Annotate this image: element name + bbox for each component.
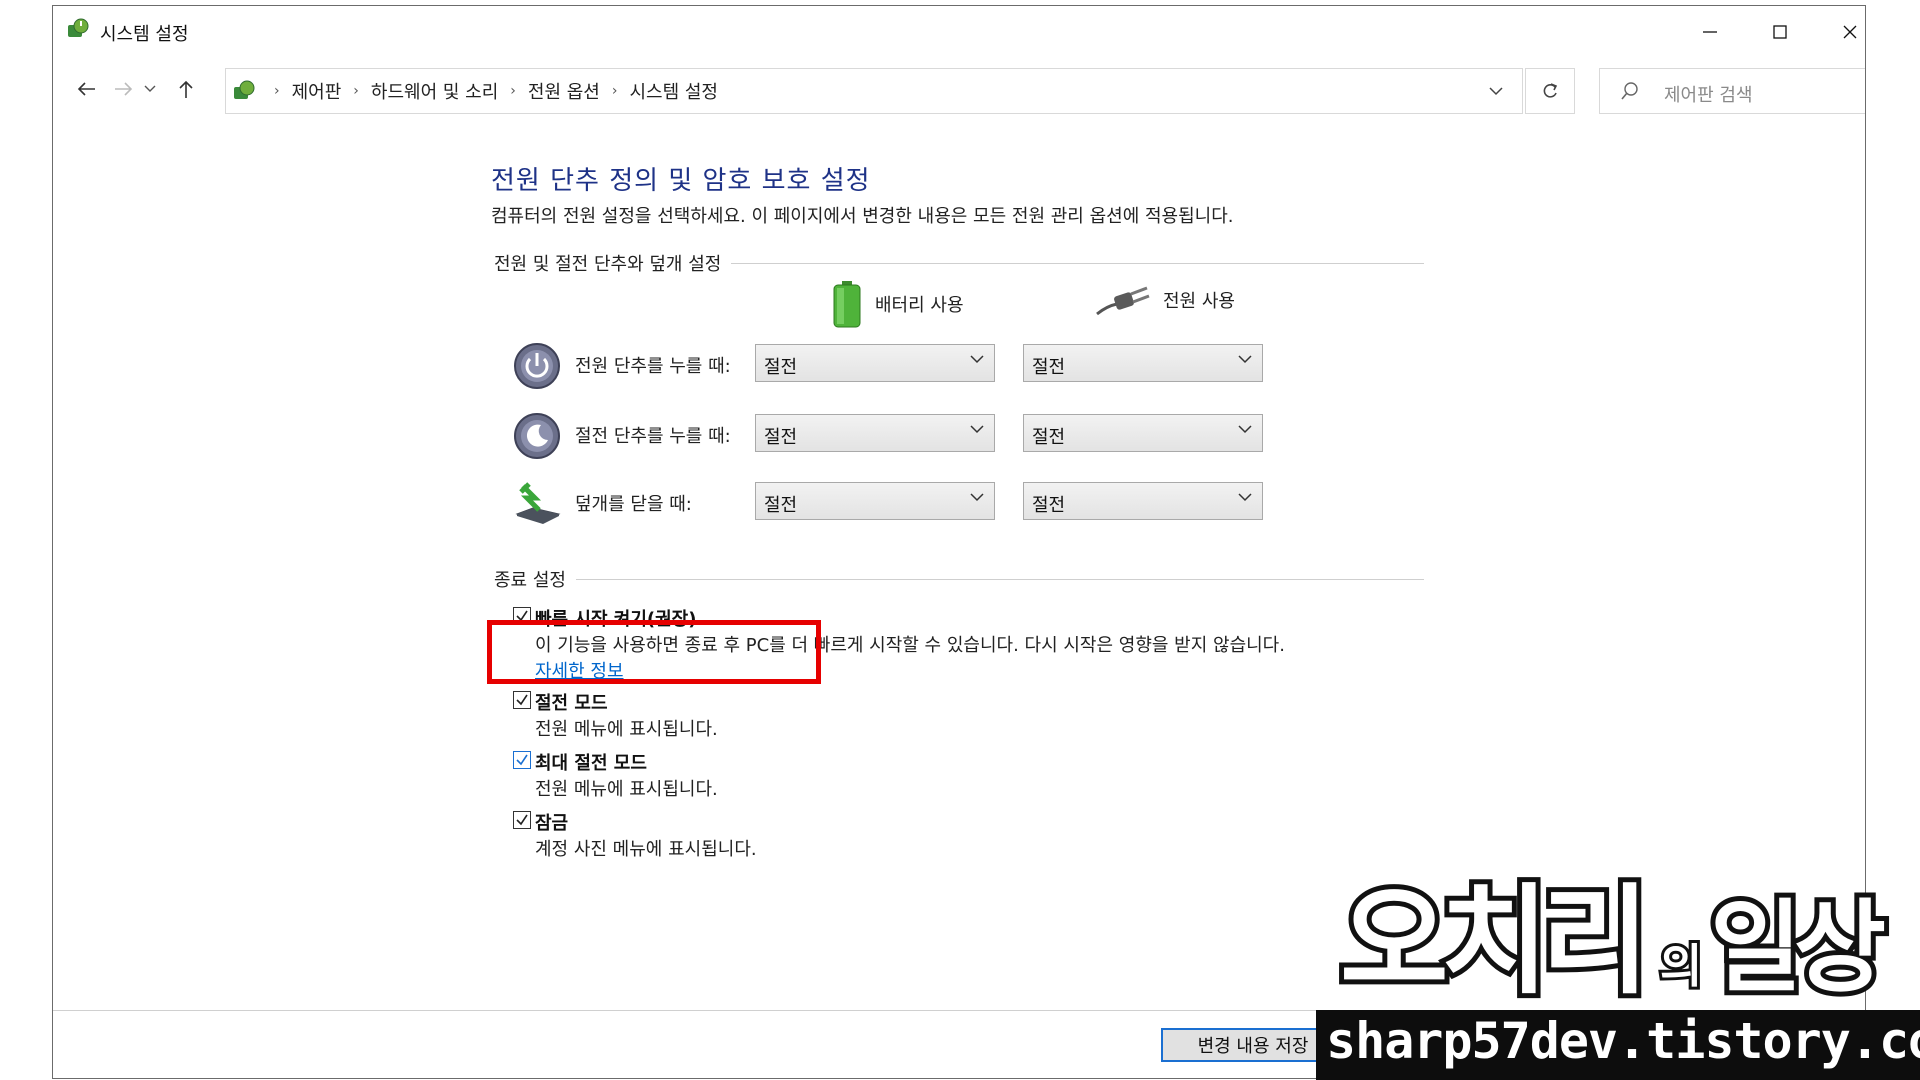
search-icon bbox=[1621, 82, 1638, 100]
chevron-down-icon bbox=[1238, 355, 1252, 364]
breadcrumb-separator-icon: › bbox=[353, 83, 359, 99]
sleep-button-label: 절전 단추를 누를 때: bbox=[575, 426, 731, 447]
watermark-logo: 오치리 의 일상 bbox=[1335, 870, 1890, 1000]
chevron-down-icon bbox=[970, 425, 984, 434]
sleep-title[interactable]: 절전 모드 bbox=[535, 689, 608, 715]
lid-close-row: 덮개를 닫을 때: 절전 절전 bbox=[513, 474, 1333, 532]
plugged-in-column-header: 전원 사용 bbox=[1095, 280, 1235, 320]
plugged-in-column-label: 전원 사용 bbox=[1163, 291, 1235, 312]
lid-close-label: 덮개를 닫을 때: bbox=[575, 494, 692, 515]
breadcrumb-hardware-sound[interactable]: 하드웨어 및 소리 bbox=[371, 78, 498, 104]
lid-close-battery-select[interactable]: 절전 bbox=[755, 482, 995, 520]
page-title: 전원 단추 정의 및 암호 보호 설정 bbox=[491, 166, 871, 196]
battery-column-header: 배터리 사용 bbox=[831, 280, 964, 328]
power-buttons-section-heading: 전원 및 절전 단추와 덮개 설정 bbox=[494, 250, 1424, 276]
up-arrow-icon bbox=[179, 80, 193, 98]
breadcrumb-separator-icon: › bbox=[611, 83, 618, 99]
maximize-icon bbox=[1773, 25, 1787, 39]
hibernate-description: 전원 메뉴에 표시됩니다. bbox=[535, 779, 718, 800]
section-heading-text: 종료 설정 bbox=[494, 570, 566, 591]
chevron-down-icon bbox=[1489, 86, 1503, 95]
power-plug-icon bbox=[1096, 286, 1150, 316]
sleep-checkbox[interactable] bbox=[513, 691, 531, 709]
select-value: 절전 bbox=[1032, 495, 1066, 516]
control-panel-icon bbox=[234, 80, 255, 99]
forward-arrow-icon bbox=[115, 82, 133, 96]
power-button-icon bbox=[514, 343, 560, 389]
breadcrumb: › 제어판 › 하드웨어 및 소리 › 전원 옵션 › 시스템 설정 bbox=[262, 69, 718, 113]
close-icon bbox=[1843, 25, 1857, 39]
window-title: 시스템 설정 bbox=[100, 24, 189, 45]
sleep-button-plugged-select[interactable]: 절전 bbox=[1023, 414, 1263, 452]
power-button-plugged-select[interactable]: 절전 bbox=[1023, 344, 1263, 382]
up-button[interactable] bbox=[171, 74, 201, 104]
chevron-down-icon bbox=[970, 493, 984, 502]
forward-button[interactable] bbox=[109, 74, 139, 104]
laptop-lid-icon bbox=[515, 482, 561, 524]
select-value: 절전 bbox=[764, 495, 798, 516]
power-button-label: 전원 단추를 누를 때: bbox=[575, 356, 731, 377]
close-button[interactable] bbox=[1815, 6, 1865, 58]
search-placeholder: 제어판 검색 bbox=[1664, 85, 1753, 106]
power-button-battery-select[interactable]: 절전 bbox=[755, 344, 995, 382]
breadcrumb-separator-icon: › bbox=[274, 83, 280, 99]
minimize-icon bbox=[1703, 31, 1717, 33]
checkmark-icon bbox=[516, 694, 528, 706]
recent-locations-button[interactable] bbox=[139, 74, 161, 104]
sleep-button-icon bbox=[514, 413, 560, 459]
minimize-button[interactable] bbox=[1675, 6, 1745, 58]
address-history-dropdown[interactable] bbox=[1476, 69, 1516, 113]
hibernate-highlight-box bbox=[487, 620, 821, 684]
lock-description: 계정 사진 메뉴에 표시됩니다. bbox=[535, 839, 757, 860]
hibernate-checkbox[interactable] bbox=[513, 751, 531, 769]
section-heading-text: 전원 및 절전 단추와 덮개 설정 bbox=[494, 254, 722, 275]
search-input[interactable]: 제어판 검색 bbox=[1599, 68, 1865, 114]
select-value: 절전 bbox=[1032, 427, 1066, 448]
back-arrow-icon bbox=[77, 82, 95, 96]
breadcrumb-power-options[interactable]: 전원 옵션 bbox=[528, 78, 600, 104]
svg-text:의: 의 bbox=[1660, 939, 1702, 993]
address-bar[interactable]: › 제어판 › 하드웨어 및 소리 › 전원 옵션 › 시스템 설정 bbox=[225, 68, 1523, 114]
svg-text:일상: 일상 bbox=[1710, 889, 1885, 1000]
select-value: 절전 bbox=[764, 427, 798, 448]
breadcrumb-control-panel[interactable]: 제어판 bbox=[292, 78, 342, 104]
breadcrumb-system-settings[interactable]: 시스템 설정 bbox=[629, 78, 718, 104]
select-value: 절전 bbox=[764, 357, 798, 378]
shutdown-section-heading: 종료 설정 bbox=[494, 566, 1424, 592]
title-bar: 시스템 설정 bbox=[53, 6, 1865, 58]
chevron-down-icon bbox=[1238, 425, 1252, 434]
refresh-icon bbox=[1543, 83, 1558, 98]
refresh-button[interactable] bbox=[1525, 68, 1575, 114]
lock-checkbox[interactable] bbox=[513, 811, 531, 829]
sleep-description: 전원 메뉴에 표시됩니다. bbox=[535, 719, 718, 740]
checkmark-icon bbox=[516, 814, 528, 826]
lid-close-plugged-select[interactable]: 절전 bbox=[1023, 482, 1263, 520]
power-button-row: 전원 단추를 누를 때: 절전 절전 bbox=[513, 336, 1333, 394]
sleep-button-battery-select[interactable]: 절전 bbox=[755, 414, 995, 452]
navigation-bar: › 제어판 › 하드웨어 및 소리 › 전원 옵션 › 시스템 설정 제어판 검… bbox=[53, 62, 1865, 120]
battery-column-label: 배터리 사용 bbox=[875, 295, 964, 316]
battery-icon bbox=[833, 281, 861, 328]
breadcrumb-separator-icon: › bbox=[510, 83, 516, 99]
checkmark-icon bbox=[516, 754, 528, 766]
sleep-button-row: 절전 단추를 누를 때: 절전 절전 bbox=[513, 406, 1333, 464]
power-options-app-icon bbox=[68, 18, 89, 37]
chevron-down-icon bbox=[1238, 493, 1252, 502]
watermark-url: sharp57dev.tistory.com bbox=[1326, 1012, 1920, 1070]
hibernate-title[interactable]: 최대 절전 모드 bbox=[535, 749, 647, 775]
section-divider bbox=[575, 578, 1424, 580]
chevron-down-icon bbox=[144, 85, 156, 92]
page-description: 컴퓨터의 전원 설정을 선택하세요. 이 페이지에서 변경한 내용은 모든 전원… bbox=[491, 206, 1234, 227]
lock-title[interactable]: 잠금 bbox=[535, 809, 568, 835]
back-button[interactable] bbox=[71, 74, 101, 104]
select-value: 절전 bbox=[1032, 357, 1066, 378]
section-divider bbox=[731, 262, 1424, 264]
svg-text:오치리: 오치리 bbox=[1340, 872, 1642, 1000]
maximize-button[interactable] bbox=[1745, 6, 1815, 58]
chevron-down-icon bbox=[970, 355, 984, 364]
